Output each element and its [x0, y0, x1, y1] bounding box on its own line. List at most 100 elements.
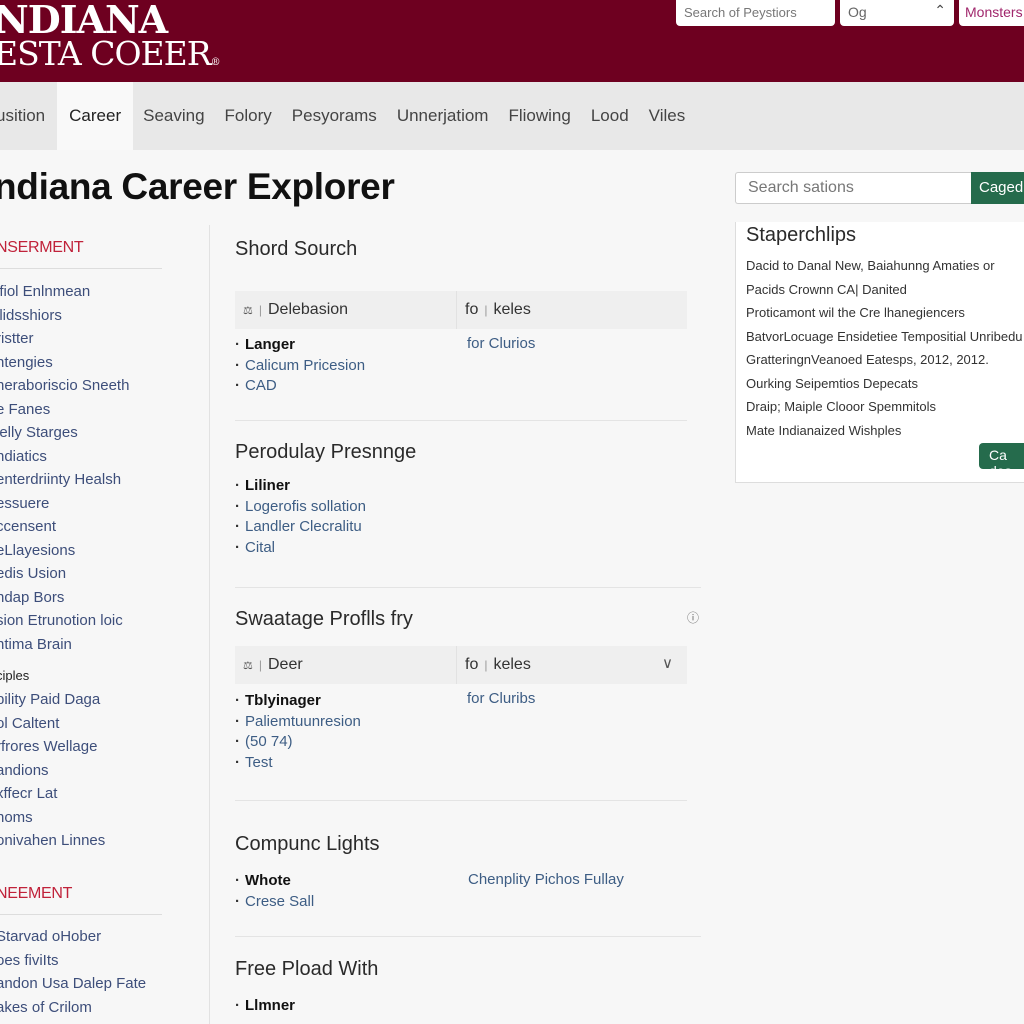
separator: | — [484, 658, 488, 672]
bullet-item-label: Tblyinager — [235, 691, 361, 712]
sidebar-link[interactable]: akes of Crilom — [0, 996, 146, 1020]
section-bullets: TblyinagerPaliemtuunresion(50 74)Test — [235, 691, 361, 773]
sidebar-link[interactable]: bility Paid Daga — [0, 688, 105, 712]
panel-line: Ourking Seipemtios Depecats — [746, 375, 918, 391]
sidebar-link[interactable]: andon Usa Dalep Fate — [0, 972, 146, 996]
registered-mark: ® — [210, 57, 221, 68]
nav-item-seaving[interactable]: Seaving — [133, 82, 214, 150]
header-select[interactable]: Og ⌃ — [840, 0, 954, 26]
sidebar-link[interactable]: onivahen Linnes — [0, 829, 105, 853]
sidebar-link[interactable]: xffecr Lat — [0, 782, 105, 806]
bullet-item-link[interactable]: (50 74) — [235, 732, 361, 753]
side-search-input[interactable]: Search sations — [735, 172, 971, 204]
sidebar-link[interactable]: essuere — [0, 492, 129, 516]
accordion-header[interactable]: ⚖ | Delebasion fo | keles — [235, 291, 687, 329]
nav-item-unnerjatiom[interactable]: Unnerjatiom — [387, 82, 499, 150]
page-title: ndiana Career Explorer — [0, 166, 395, 207]
bullet-item-link[interactable]: CAD — [235, 376, 365, 397]
sidebar-link[interactable]: lelly Starges — [0, 421, 129, 445]
sidebar-link[interactable]: llidsshiors — [0, 304, 129, 328]
sidebar-link[interactable]: ntima Brain — [0, 633, 129, 657]
sidebar-link[interactable]: ol Caltent — [0, 712, 105, 736]
chevron-up-icon: ⌃ — [934, 2, 946, 18]
bullet-item-link[interactable]: Paliemtuunresion — [235, 712, 361, 733]
accordion-col-2-label: keles — [493, 301, 531, 318]
section-link[interactable]: Chenplity Pichos Fullay — [468, 871, 624, 888]
bullet-item-label: Langer — [235, 335, 365, 356]
sidebar-link[interactable]: oes fiviIts — [0, 949, 146, 973]
sidebar-subheading: ciples — [0, 668, 30, 683]
sidebar-link[interactable]: ntengies — [0, 351, 129, 375]
bullet-item-link[interactable]: Landler Clecralitu — [235, 517, 366, 538]
sidebar-link[interactable]: ifiol Enlnmean — [0, 280, 129, 304]
sidebar-link[interactable]: ristter — [0, 327, 129, 351]
site-header: NDIANA ESTA COEER® Search of Peystiors O… — [0, 0, 1024, 82]
sidebar-link[interactable]: ndap Bors — [0, 586, 129, 610]
sidebar-link[interactable]: edis Usion — [0, 562, 129, 586]
panel-line: GratteringnVeanoed Eatesps, 2012, 2012. — [746, 352, 989, 367]
bullet-item-link[interactable]: Cital — [235, 538, 366, 559]
panel-line: Pacids Crownn CA| Danited — [746, 281, 907, 297]
separator: | — [484, 303, 488, 317]
sidebar-link[interactable]: enterdriinty Healsh — [0, 468, 129, 492]
section-title: Perodulay Presnnge — [235, 441, 417, 463]
side-search-button[interactable]: Caged — [971, 172, 1024, 204]
section-title: Shord Sourch — [235, 238, 358, 260]
panel-lines: Dacid to Danal New, Baiahunng Amaties or… — [746, 254, 1023, 442]
nav-item-pesyorams[interactable]: Pesyorams — [282, 82, 387, 150]
sidebar-divider — [0, 268, 162, 269]
separator: | — [258, 303, 262, 317]
sidebar-link[interactable]: ccensent — [0, 515, 129, 539]
panel-line: Proticamont wil the Cre lhanegiencers — [746, 305, 965, 320]
accordion-col-1-label: Deer — [268, 656, 303, 673]
nav-item-usition[interactable]: usition — [0, 82, 55, 150]
section-link[interactable]: for Cluribs — [467, 690, 535, 707]
bullet-item-link[interactable]: Crese Sall — [235, 892, 314, 913]
panel-line: BatvorLocuage Ensidetiee Tempositial Unr… — [746, 328, 1023, 344]
info-icon[interactable]: ⓘ — [687, 609, 699, 626]
section-bullets: LangerCalicum PricesionCAD — [235, 335, 365, 397]
sidebar-heading-1: NSERMENT — [0, 239, 84, 256]
sidebar-heading-2: NEEMENT — [0, 885, 73, 902]
panel-button[interactable]: Ca des — [979, 443, 1024, 479]
sidebar-divider — [0, 914, 162, 915]
accordion-col-1[interactable]: ⚖ | Deer — [235, 646, 457, 684]
accordion-col-1[interactable]: ⚖ | Delebasion — [235, 291, 457, 329]
panel-line: Dacid to Danal New, Baiahunng Amaties or — [746, 258, 995, 273]
section-title: Compunc Lights — [235, 833, 380, 855]
accordion-header[interactable]: ⚖ | Deer fo | keles ∨ — [235, 646, 687, 684]
sidebar-link[interactable]: Starvad oHober — [0, 925, 146, 949]
logo-line-2-text: ESTA COEER — [0, 34, 212, 73]
bullet-item-label: Llmner — [235, 996, 295, 1017]
panel-line: Mate Indianaized Wishples — [746, 422, 902, 438]
sidebar-link[interactable]: ndiatics — [0, 445, 129, 469]
section-title: Free Pload With — [235, 958, 379, 980]
monsters-button[interactable]: Monsters — [959, 0, 1024, 26]
accordion-col-2[interactable]: fo | keles ∨ — [457, 646, 687, 684]
section-divider — [235, 587, 701, 588]
sidebar-link[interactable]: andions — [0, 759, 105, 783]
nav-item-fliowing[interactable]: Fliowing — [498, 82, 580, 150]
bullet-item-link[interactable]: Test — [235, 753, 361, 774]
site-logo[interactable]: NDIANA ESTA COEER® — [0, 0, 221, 81]
logo-line-2: ESTA COEER® — [0, 34, 221, 81]
section-link[interactable]: for Clurios — [467, 335, 535, 352]
nav-item-lood[interactable]: Lood — [581, 82, 639, 150]
bullet-item-link[interactable]: Calicum Pricesion — [235, 356, 365, 377]
nav-item-folory[interactable]: Folory — [215, 82, 282, 150]
sidebar-link[interactable]: rfrores Wellage — [0, 735, 105, 759]
chevron-down-icon[interactable]: ∨ — [662, 654, 673, 672]
left-sidebar: NSERMENT ifiol Enlnmeanllidsshiorsristte… — [0, 225, 210, 1024]
sidebar-link[interactable]: heraboriscio Sneeth — [0, 374, 129, 398]
sidebar-link[interactable]: noms — [0, 806, 105, 830]
nav-item-career[interactable]: Career — [57, 82, 134, 150]
logo-line-1: NDIANA — [0, 0, 168, 42]
nav-item-viles[interactable]: Viles — [639, 82, 696, 150]
sidebar-link[interactable]: e Fanes — [0, 398, 129, 422]
sidebar-link[interactable]: sion Etrunotion loic — [0, 609, 129, 633]
header-search-input[interactable]: Search of Peystiors — [676, 0, 835, 26]
bullet-item-link[interactable]: Logerofis sollation — [235, 497, 366, 518]
accordion-col-2[interactable]: fo | keles — [457, 291, 687, 329]
sidebar-link[interactable]: eLlayesions — [0, 539, 129, 563]
section-title: Swaatage Proflls fry — [235, 608, 413, 630]
